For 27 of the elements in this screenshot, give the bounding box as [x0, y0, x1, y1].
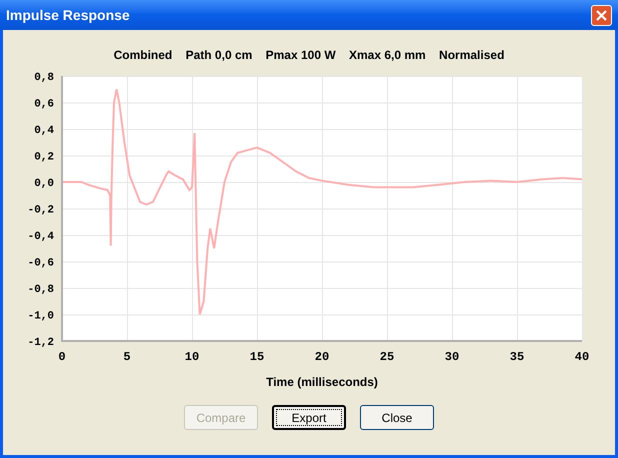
x-tick-label: 30: [444, 350, 460, 364]
x-axis-label: Time (milliseconds): [266, 375, 378, 389]
x-tick-label: 0: [58, 350, 66, 364]
y-tick-label: -0,2: [28, 204, 54, 216]
chart-title: Combined Path 0,0 cm Pmax 100 W Xmax 6,0 mm Normalised: [114, 47, 504, 63]
y-tick-label: 0,8: [34, 72, 54, 84]
y-tick-label: 0,2: [34, 152, 54, 164]
y-tick-label: -0,4: [28, 231, 54, 243]
x-tick-label: 5: [123, 350, 131, 364]
window-title: Impulse Response: [6, 6, 130, 25]
x-tick-label: 35: [510, 350, 524, 364]
y-tick-label: -0,6: [28, 258, 54, 270]
close-button[interactable]: [591, 4, 612, 26]
x-tick-label: 15: [250, 350, 264, 364]
y-tick-label: -0,8: [28, 284, 54, 296]
x-tick-label: 25: [380, 350, 394, 364]
y-tick-label: -1,2: [28, 337, 54, 349]
y-tick-label: 0,0: [34, 178, 54, 190]
dialog-button[interactable]: Close: [360, 405, 434, 430]
x-tick-label: 40: [574, 350, 590, 364]
x-tick-label: 20: [314, 350, 330, 364]
y-tick-label: 0,6: [34, 98, 54, 110]
y-tick-label: 0,4: [34, 125, 54, 137]
dialog-button[interactable]: Export: [272, 405, 346, 430]
close-icon: [596, 10, 607, 20]
x-tick-label: 10: [184, 350, 200, 364]
y-tick-label: -1,0: [28, 310, 54, 322]
